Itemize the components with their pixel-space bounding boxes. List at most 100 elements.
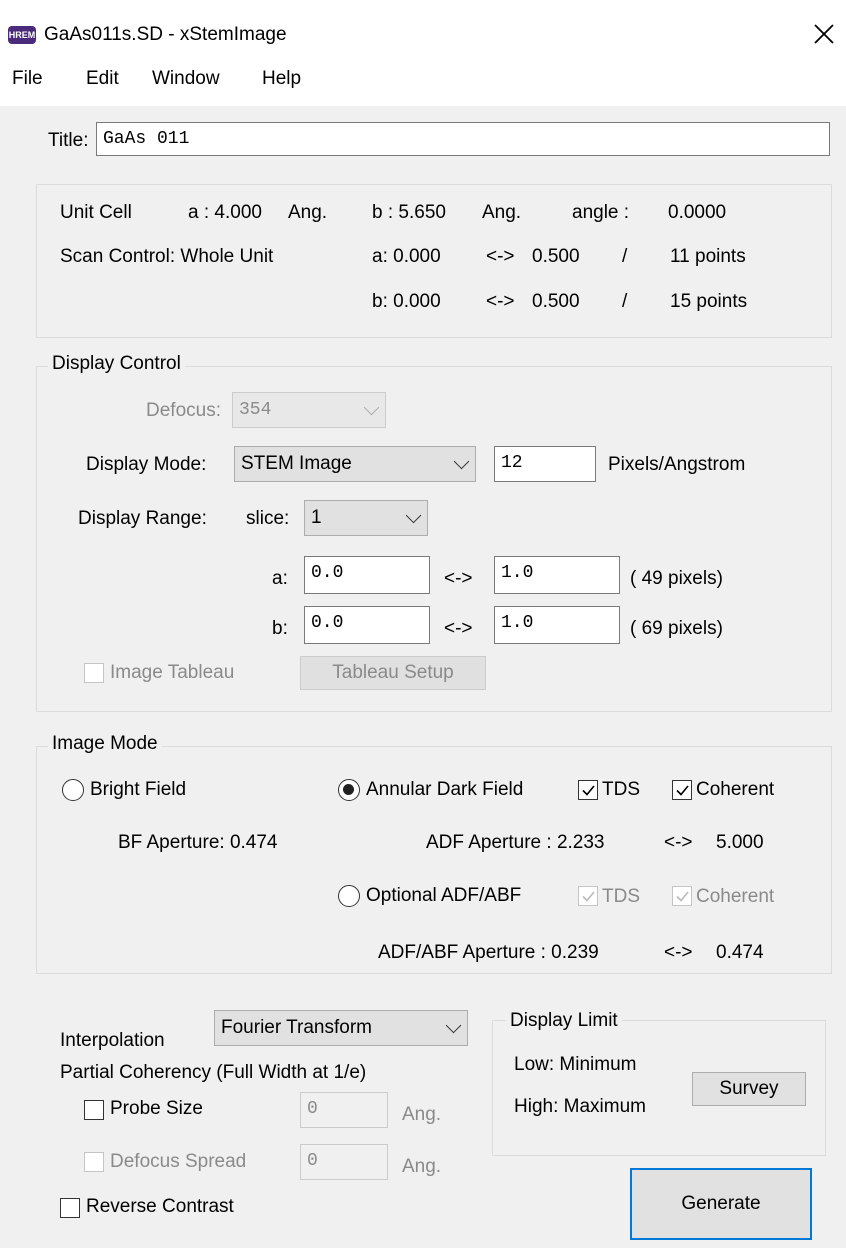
range-b-arrow: <-> [444,618,473,639]
partial-coherency-label: Partial Coherency (Full Width at 1/e) [60,1062,367,1083]
title-label: Title: [48,130,89,151]
interpolation-label: Interpolation [60,1030,165,1051]
probe-size-input[interactable]: 0 [300,1092,388,1128]
annular-dark-field-label: Annular Dark Field [366,779,524,800]
scan-a-sep: / [622,246,628,267]
display-control-legend: Display Control [48,353,185,375]
scan-a-points: 11 points [670,246,746,267]
optional-coherent-label: Coherent [696,886,775,907]
scan-a-range: a: 0.000 [372,246,441,267]
display-limit-low: Low: Minimum [514,1054,637,1075]
interpolation-value: Fourier Transform [221,1017,372,1038]
image-tableau-label: Image Tableau [110,662,235,683]
window-title: GaAs011s.SD - xStemImage [44,24,287,45]
title-input[interactable]: GaAs 011 [96,122,830,156]
chevron-down-icon [445,1017,462,1034]
display-mode-label: Display Mode: [86,454,207,475]
range-a-pixels: ( 49 pixels) [630,568,723,589]
unit-cell-angle: 0.0000 [668,202,727,223]
scan-b-sep: / [622,291,628,312]
optional-coherent-checkbox[interactable] [672,886,692,906]
annular-dark-field-radio[interactable] [338,779,360,801]
pixels-unit-label: Pixels/Angstrom [608,454,746,475]
check-icon [582,785,595,796]
scan-b-range: b: 0.000 [372,291,441,312]
interpolation-select[interactable]: Fourier Transform [214,1010,468,1046]
pixels-per-angstrom-input[interactable]: 12 [494,446,596,482]
bright-field-label: Bright Field [90,779,187,800]
range-a-start-input[interactable]: 0.0 [304,556,430,594]
display-limit-high: High: Maximum [514,1096,646,1117]
menu-bar [0,66,846,106]
chevron-down-icon [453,453,470,470]
generate-button[interactable]: Generate [630,1168,812,1240]
defocus-label: Defocus: [146,400,221,421]
adf-end: 5.000 [716,832,764,853]
defocus-select: 354 [232,392,386,428]
bright-field-radio[interactable] [62,779,84,801]
display-mode-select[interactable]: STEM Image [234,446,476,482]
scan-control-label: Scan Control: Whole Unit [60,246,274,267]
range-b-start-input[interactable]: 0.0 [304,606,430,644]
optional-tds-checkbox[interactable] [578,886,598,906]
adf-abf-arrow: <-> [664,942,693,963]
slice-value: 1 [311,507,322,528]
range-a-label: a: [272,568,288,589]
range-b-label: b: [272,618,288,639]
unit-cell-a-unit: Ang. [288,202,328,223]
reverse-contrast-checkbox[interactable] [60,1198,80,1218]
chevron-down-icon [405,507,422,524]
image-mode-legend: Image Mode [48,733,162,755]
unit-cell-b: b : 5.650 [372,202,446,223]
coherent-checkbox[interactable] [672,780,692,800]
tds-label: TDS [602,779,640,800]
range-b-pixels: ( 69 pixels) [630,618,723,639]
bf-aperture: BF Aperture: 0.474 [118,832,278,853]
adf-arrow: <-> [664,832,693,853]
unit-cell-label: Unit Cell [60,202,132,223]
slice-label: slice: [246,508,290,529]
close-icon[interactable] [812,18,836,48]
adf-aperture: ADF Aperture : 2.233 [426,832,605,853]
check-icon [676,891,689,902]
menu-window[interactable]: Window [152,68,220,90]
optional-tds-label: TDS [602,886,640,907]
unit-cell-b-unit: Ang. [482,202,522,223]
unit-cell-a: a : 4.000 [188,202,262,223]
defocus-spread-label: Defocus Spread [110,1151,247,1172]
slice-select[interactable]: 1 [304,500,428,536]
display-limit-legend: Display Limit [506,1010,622,1032]
reverse-contrast-label: Reverse Contrast [86,1196,234,1217]
display-range-label: Display Range: [78,508,207,529]
display-mode-value: STEM Image [241,453,352,474]
scan-b-arrow: <-> [486,291,515,312]
tds-checkbox[interactable] [578,780,598,800]
menu-file[interactable]: File [12,68,43,90]
menu-edit[interactable]: Edit [86,68,119,90]
tableau-setup-button[interactable]: Tableau Setup [300,656,486,690]
image-tableau-checkbox[interactable] [84,663,104,683]
defocus-spread-unit: Ang. [402,1156,442,1177]
menu-help[interactable]: Help [262,68,301,90]
adf-abf-end: 0.474 [716,942,764,963]
probe-size-checkbox[interactable] [84,1100,104,1120]
check-icon [676,785,689,796]
range-b-end-input[interactable]: 1.0 [494,606,620,644]
defocus-spread-checkbox[interactable] [84,1152,104,1172]
app-icon: HREM [8,26,36,44]
scan-a-arrow: <-> [486,246,515,267]
optional-adf-abf-radio[interactable] [338,885,360,907]
defocus-spread-input[interactable]: 0 [300,1144,388,1180]
scan-b-end: 0.500 [532,291,580,312]
coherent-label: Coherent [696,779,775,800]
chevron-down-icon [363,399,380,416]
defocus-value: 354 [239,400,272,420]
optional-adf-abf-label: Optional ADF/ABF [366,885,522,906]
radio-selected-dot [343,784,354,795]
range-a-end-input[interactable]: 1.0 [494,556,620,594]
probe-size-label: Probe Size [110,1098,203,1119]
scan-a-end: 0.500 [532,246,580,267]
probe-size-unit: Ang. [402,1104,442,1125]
adf-abf-aperture: ADF/ABF Aperture : 0.239 [378,942,599,963]
survey-button[interactable]: Survey [692,1072,806,1106]
